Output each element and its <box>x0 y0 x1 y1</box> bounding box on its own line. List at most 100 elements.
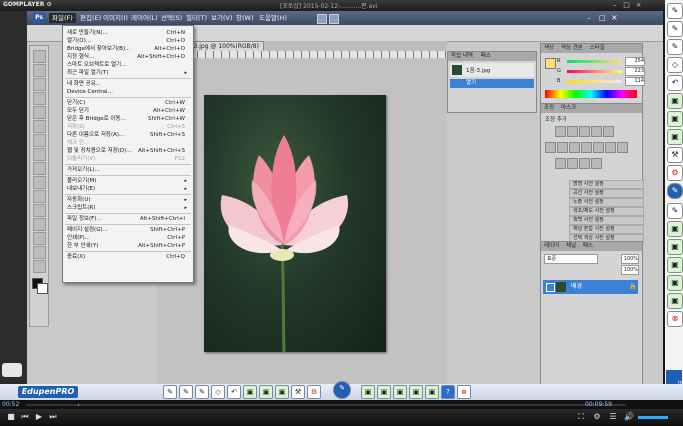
history-snapshot[interactable]: 1꼼-3.jpg <box>450 63 534 77</box>
hand-tool-icon[interactable] <box>33 246 46 259</box>
file-menu-item[interactable]: Device Central... <box>67 88 189 96</box>
path-select-tool-icon[interactable] <box>33 218 46 231</box>
tab-swatches[interactable]: 색상 견본 <box>561 45 583 51</box>
green-slider[interactable]: G 223 <box>557 67 649 76</box>
blend-mode-select[interactable]: 표준 <box>544 254 598 264</box>
menu-select[interactable]: 선택(S) <box>158 13 185 23</box>
settings-gear-icon[interactable]: ⚙ <box>592 412 602 422</box>
eraser-icon[interactable]: ◇ <box>667 57 683 73</box>
bottom-close-icon[interactable]: ⊗ <box>457 385 471 399</box>
playlist-icon[interactable]: ☰ <box>608 412 618 422</box>
bottom-page-icon[interactable]: ▣ <box>409 385 423 399</box>
settings-icon[interactable]: ⚙ <box>667 165 683 181</box>
next-icon[interactable]: ⏭ <box>48 412 58 422</box>
hue-saturation-icon[interactable] <box>545 142 556 153</box>
file-menu-item[interactable]: Bridge에서 찾아보기(B)... Alt+Ctrl+O <box>67 45 189 53</box>
fill-field[interactable]: 100% <box>621 265 639 275</box>
bottom-screen-icon[interactable]: ▣ <box>243 385 257 399</box>
stop-icon[interactable]: ■ <box>6 412 16 422</box>
bottom-undo-icon[interactable]: ↶ <box>227 385 241 399</box>
blue-slider[interactable]: B 114 <box>557 77 649 86</box>
pen-blue-icon[interactable]: ✎ <box>667 21 683 37</box>
color-spectrum-bar[interactable] <box>545 90 637 98</box>
preset-channel-mixer[interactable]: 채널 혼합 사전 설정 <box>569 225 644 234</box>
color-balance-icon[interactable] <box>557 142 568 153</box>
volume-icon[interactable]: 🔊 <box>624 412 634 422</box>
undo-icon[interactable]: ↶ <box>667 75 683 91</box>
highlighter-icon[interactable]: ✎ <box>667 39 683 55</box>
board-icon[interactable]: ▣ <box>667 111 683 127</box>
gom-logo[interactable]: GOMPLAYER ⚙ <box>3 1 52 8</box>
file-menu-item[interactable]: 한 부 인쇄(Y) Alt+Shift+Ctrl+P <box>67 242 189 250</box>
tab-channels[interactable]: 채널 <box>566 243 576 249</box>
tab-layers[interactable]: 레이어 <box>544 243 559 249</box>
left-toggle-button[interactable] <box>2 363 22 377</box>
visibility-eye-icon[interactable] <box>546 283 555 292</box>
edupen-main-icon[interactable]: ✎ <box>667 183 683 199</box>
close-red-icon[interactable]: ⊗ <box>667 311 683 327</box>
file-menu-item[interactable]: 되돌리기(V) F12 <box>67 155 189 163</box>
file-menu-item[interactable]: 최근 파일 열기(T) ▸ <box>67 69 189 77</box>
file-menu-item[interactable]: 인쇄(P)... Ctrl+P <box>67 234 189 242</box>
bottom-eraser-icon[interactable]: ◇ <box>211 385 225 399</box>
vibrance-icon[interactable] <box>603 126 614 137</box>
bottom-save-icon[interactable]: ▣ <box>393 385 407 399</box>
eraser-tool-icon[interactable] <box>33 162 46 175</box>
file-menu-item[interactable]: 웹 및 장치용으로 저장(D)... Alt+Shift+Ctrl+S <box>67 147 189 155</box>
shape-tool-icon[interactable] <box>33 232 46 245</box>
tab-adjustments[interactable]: 조정 <box>544 105 554 111</box>
gradient-tool-icon[interactable] <box>33 176 46 189</box>
background-color-swatch[interactable] <box>37 283 48 294</box>
tab-masks[interactable]: 마스크 <box>561 105 576 111</box>
bottom-export-icon[interactable]: ▣ <box>425 385 439 399</box>
seek-bar[interactable]: 00:52 00:09:59 <box>0 400 683 409</box>
close-icon[interactable]: × <box>634 1 643 9</box>
preset-black-white[interactable]: 흑백 사전 설정 <box>569 216 644 225</box>
menu-window[interactable]: 창(W) <box>233 13 256 23</box>
bottom-pen-icon[interactable]: ✎ <box>163 385 177 399</box>
menu-view[interactable]: 보기(V) <box>208 13 235 23</box>
ps-maximize-icon[interactable]: □ <box>599 14 607 22</box>
magic-wand-tool-icon[interactable] <box>33 92 46 105</box>
folder-icon[interactable]: ▣ <box>667 239 683 255</box>
pen-icon[interactable]: ✎ <box>667 3 683 19</box>
file-menu-item[interactable]: 모두 닫기 Alt+Ctrl+W <box>67 107 189 115</box>
seek-track[interactable] <box>26 404 626 406</box>
file-menu-item[interactable]: 내 화면 공유... <box>67 80 189 88</box>
page-icon[interactable]: ▣ <box>667 275 683 291</box>
foreground-color-chip[interactable] <box>545 58 556 69</box>
play-icon[interactable]: ▶ <box>34 412 44 422</box>
ps-close-icon[interactable]: × <box>611 13 619 22</box>
bottom-capture-icon[interactable]: ▣ <box>275 385 289 399</box>
capture-icon[interactable]: ▣ <box>667 129 683 145</box>
selective-color-icon[interactable] <box>579 158 590 169</box>
export-icon[interactable]: ▣ <box>667 293 683 309</box>
blue-value[interactable]: 114 <box>625 77 645 86</box>
exposure-icon[interactable] <box>591 126 602 137</box>
bottom-pen2-icon[interactable]: ✎ <box>179 385 193 399</box>
file-menu-item[interactable]: 열기(O)... Ctrl+O <box>67 37 189 45</box>
menu-image[interactable]: 이미지(I) <box>100 13 131 23</box>
pen-tool-icon[interactable] <box>33 190 46 203</box>
bridge-icon[interactable] <box>317 14 327 24</box>
tab-color[interactable]: 색상 <box>544 45 554 51</box>
preset-exposure[interactable]: 노출 사전 설정 <box>569 198 644 207</box>
bottom-board-icon[interactable]: ▣ <box>259 385 273 399</box>
preset-curves[interactable]: 곡선 사전 설정 <box>569 189 644 198</box>
file-menu-item[interactable]: 지정 형식... Alt+Shift+Ctrl+O <box>67 53 189 61</box>
green-box-icon[interactable]: ▣ <box>667 221 683 237</box>
file-menu-item[interactable]: 파일 정보(F)... Alt+Shift+Ctrl+I <box>67 215 189 223</box>
ps-minimize-icon[interactable]: – <box>587 14 595 22</box>
opacity-field[interactable]: 100% <box>621 254 639 264</box>
posterize-icon[interactable] <box>617 142 628 153</box>
brush-tool-icon[interactable] <box>33 134 46 147</box>
menu-file[interactable]: 파일(F) <box>49 13 76 23</box>
file-menu-item[interactable]: 가져오기(L)... <box>67 166 189 174</box>
crop-tool-icon[interactable] <box>33 106 46 119</box>
bottom-edupen-main-icon[interactable]: ✎ <box>333 381 351 399</box>
channel-mixer-icon[interactable] <box>593 142 604 153</box>
layer-background[interactable]: 배경 🔒 <box>543 280 638 294</box>
tab-history[interactable]: 작업 내역 <box>451 53 473 59</box>
bottom-help-icon[interactable]: ? <box>441 385 455 399</box>
type-tool-icon[interactable] <box>33 204 46 217</box>
